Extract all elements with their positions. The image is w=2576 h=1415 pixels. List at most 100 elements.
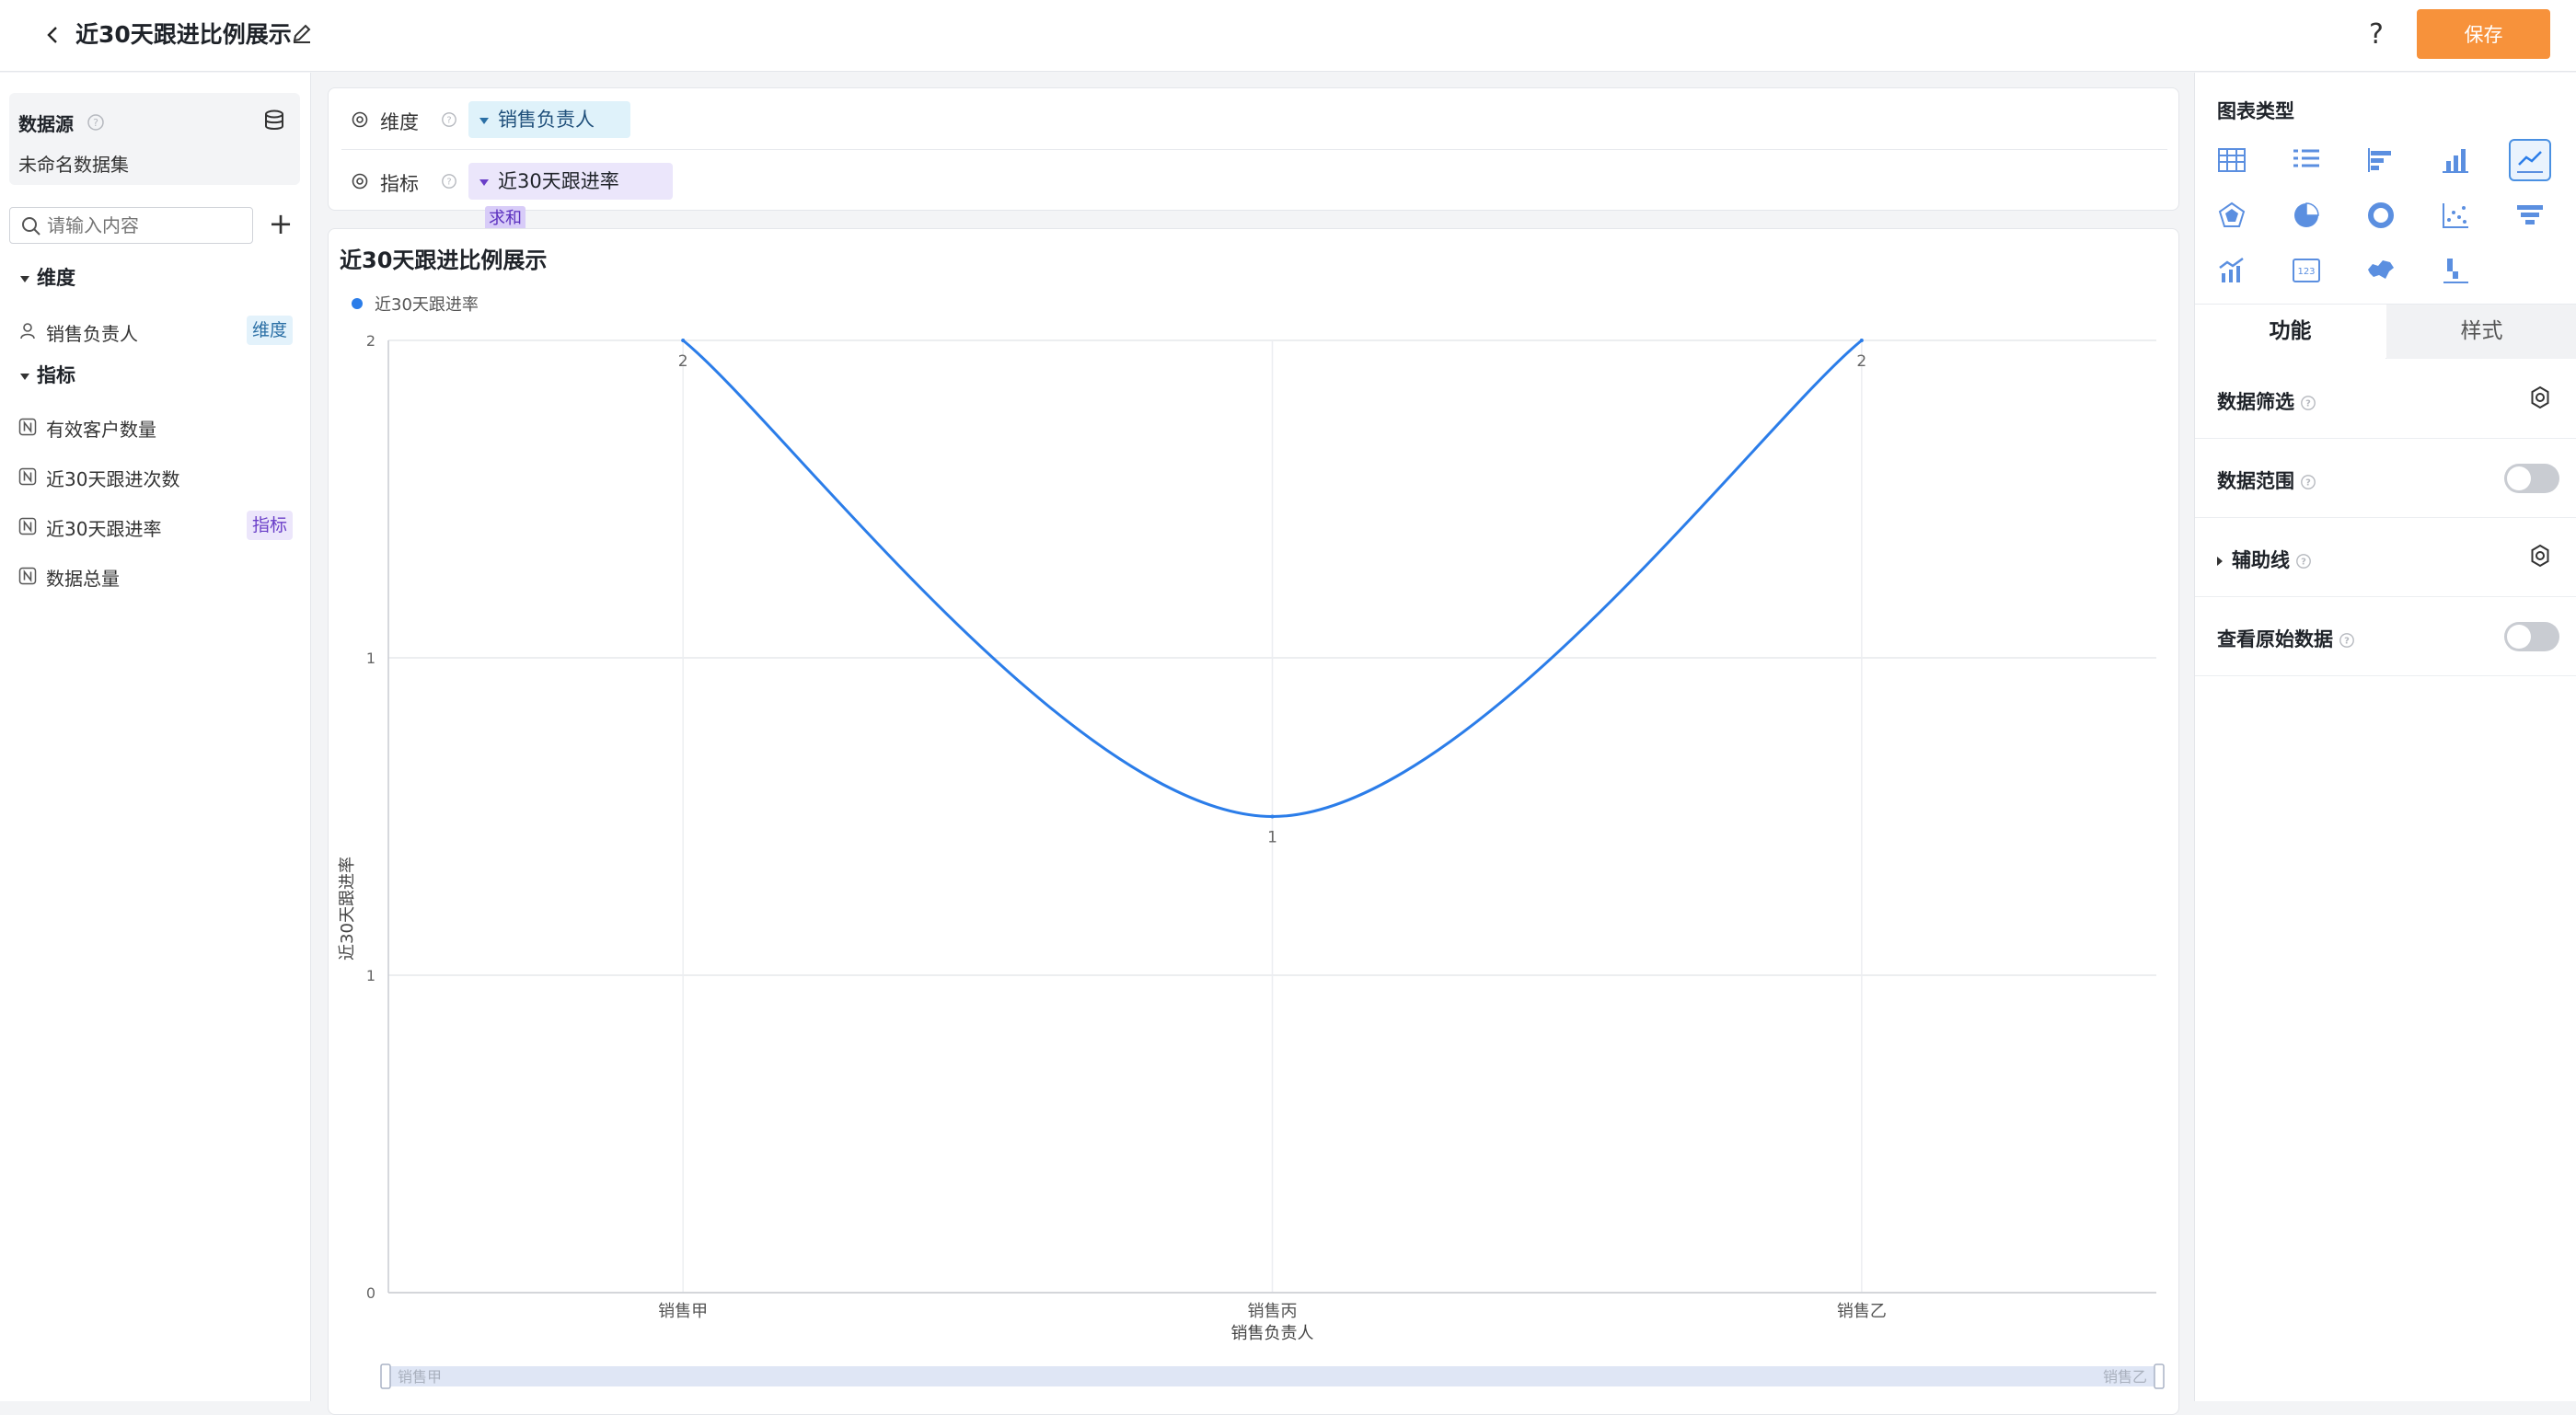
toggle-knob [2507, 625, 2531, 649]
field-item-indicator[interactable]: 有效客户数量 [0, 407, 311, 447]
datasource-box: 数据源 ? 未命名数据集 [9, 93, 300, 185]
question-icon: ? [87, 113, 105, 135]
zoom-slider-handle-left[interactable] [380, 1363, 391, 1389]
line-chart: 近30天跟进率0112销售甲 销售丙 销售乙销售负责人近30天跟进率212销售甲 销售… [338, 295, 2165, 1389]
settings-icon[interactable] [351, 172, 369, 194]
y-tick-label: 0 [366, 1284, 375, 1302]
dimension-tag: 维度 [247, 316, 294, 345]
datasource-title: 数据源 [18, 113, 74, 135]
dimension-section-title[interactable]: 维度 [20, 263, 75, 291]
data-point [681, 339, 686, 342]
chart-type-detail-table-icon[interactable] [2285, 139, 2328, 181]
dropdown-triangle-icon [479, 178, 489, 186]
chart-type-scatter-icon[interactable] [2434, 194, 2477, 236]
number-field-icon [18, 418, 37, 440]
dimension-pill[interactable]: 销售负责人 [468, 101, 630, 138]
zoom-slider-track[interactable] [387, 1366, 2158, 1386]
x-tick-label: 销售丙 [1248, 1302, 1298, 1321]
settings-icon[interactable] [351, 110, 369, 132]
option-label: 数据范围 [2217, 470, 2294, 492]
tab-function[interactable]: 功能 [2195, 305, 2385, 359]
help-icon[interactable]: ? [2369, 17, 2384, 53]
question-icon: ? [2301, 396, 2316, 410]
data-range-toggle[interactable] [2504, 464, 2559, 493]
field-item-indicator[interactable]: 近30天跟进率 指标 [0, 506, 311, 546]
chart-card: 近30天跟进比例展示 近30天跟进率 0 1 1 2 销售甲 销售丙 销售乙 销售负责人 近30天… [328, 228, 2179, 1415]
chart-type-radar-icon[interactable] [2211, 194, 2253, 236]
x-tick-label: 销售乙 [1837, 1302, 1887, 1321]
question-icon: ? [441, 173, 457, 193]
person-icon [18, 322, 37, 344]
edit-pencil-icon[interactable] [290, 22, 316, 48]
option-auxiliary-line[interactable]: 辅助线? [2195, 518, 2576, 597]
indicator-section-title[interactable]: 指标 [20, 361, 75, 388]
field-panel: 数据源 ? 未命名数据集 + 维度 销售负责人 维度 指标 有效客户数量 近30… [0, 73, 311, 1401]
back-arrow-icon[interactable] [37, 18, 70, 52]
chart-type-bar-icon[interactable] [2434, 139, 2477, 181]
dimension-pill-label: 销售负责人 [498, 109, 595, 131]
indicator-pill[interactable]: 近30天跟进率求和 [468, 163, 673, 232]
number-field-icon [18, 467, 37, 489]
data-label: 1 [1267, 829, 1277, 847]
chart-type-indicator-card-icon[interactable]: 123 [2285, 249, 2328, 292]
data-point [1859, 339, 1864, 342]
config-tabs: 功能 样式 [2195, 304, 2576, 359]
expand-triangle-icon [2217, 557, 2223, 566]
chart-type-bar-horizontal-icon[interactable] [2360, 139, 2402, 181]
question-icon: ? [2339, 633, 2354, 648]
collapse-triangle-icon [20, 275, 29, 282]
top-bar: 近30天跟进比例展示 ? 保存 [0, 0, 2576, 72]
chart-type-waterfall-icon[interactable] [2434, 249, 2477, 292]
number-field-icon [18, 517, 37, 539]
page-title: 近30天跟进比例展示 [75, 21, 292, 48]
field-item-indicator[interactable]: 数据总量 [0, 556, 311, 596]
chart-type-title: 图表类型 [2217, 100, 2294, 122]
data-label: 2 [678, 352, 688, 371]
option-label: 辅助线 [2232, 549, 2290, 571]
svg-text:?: ? [446, 178, 451, 188]
chart-type-pie-icon[interactable] [2285, 194, 2328, 236]
field-label: 销售负责人 [46, 323, 138, 345]
question-icon: ? [441, 111, 457, 132]
y-tick-label: 1 [366, 650, 375, 667]
dimension-section-label: 维度 [37, 267, 75, 289]
number-field-icon [18, 567, 37, 589]
field-item-dimension[interactable]: 销售负责人 维度 [0, 311, 311, 351]
field-item-indicator[interactable]: 近30天跟进次数 [0, 456, 311, 497]
chart-type-map-icon[interactable] [2360, 249, 2402, 292]
data-point [1270, 814, 1275, 819]
y-tick-label: 1 [366, 967, 375, 984]
save-button[interactable]: 保存 [2417, 9, 2550, 59]
search-icon [21, 216, 41, 240]
database-icon[interactable] [261, 108, 287, 137]
chart-type-donut-icon[interactable] [2360, 194, 2402, 236]
question-icon: ? [2296, 554, 2311, 569]
indicator-section-label: 指标 [37, 364, 75, 386]
svg-text:?: ? [446, 116, 451, 126]
chart-type-line-icon[interactable] [2509, 139, 2551, 181]
gear-icon[interactable] [2528, 544, 2552, 568]
chart-type-table-icon[interactable] [2211, 139, 2253, 181]
tab-style[interactable]: 样式 [2386, 305, 2576, 359]
svg-text:123: 123 [2297, 267, 2315, 277]
gear-icon[interactable] [2528, 385, 2552, 409]
datasource-name: 未命名数据集 [18, 154, 129, 176]
slider-end-label: 销售乙 [2103, 1368, 2147, 1386]
dimension-shelf-label: 维度 [380, 111, 419, 133]
search-input[interactable] [47, 212, 245, 239]
raw-data-toggle[interactable] [2504, 622, 2559, 651]
svg-text:?: ? [2344, 637, 2350, 647]
svg-text:?: ? [2305, 399, 2311, 409]
zoom-slider-handle-right[interactable] [2154, 1363, 2165, 1389]
collapse-triangle-icon [20, 373, 29, 380]
y-tick-label: 2 [366, 332, 375, 350]
svg-text:?: ? [93, 117, 98, 129]
add-field-button[interactable]: + [267, 205, 295, 242]
option-data-range: 数据范围? [2195, 439, 2576, 518]
chart-type-combo-icon[interactable] [2211, 249, 2253, 292]
toggle-knob [2507, 466, 2531, 490]
chart-type-funnel-icon[interactable] [2509, 194, 2551, 236]
question-icon: ? [2301, 475, 2316, 489]
field-search[interactable] [9, 207, 253, 244]
data-label: 2 [1856, 352, 1866, 371]
